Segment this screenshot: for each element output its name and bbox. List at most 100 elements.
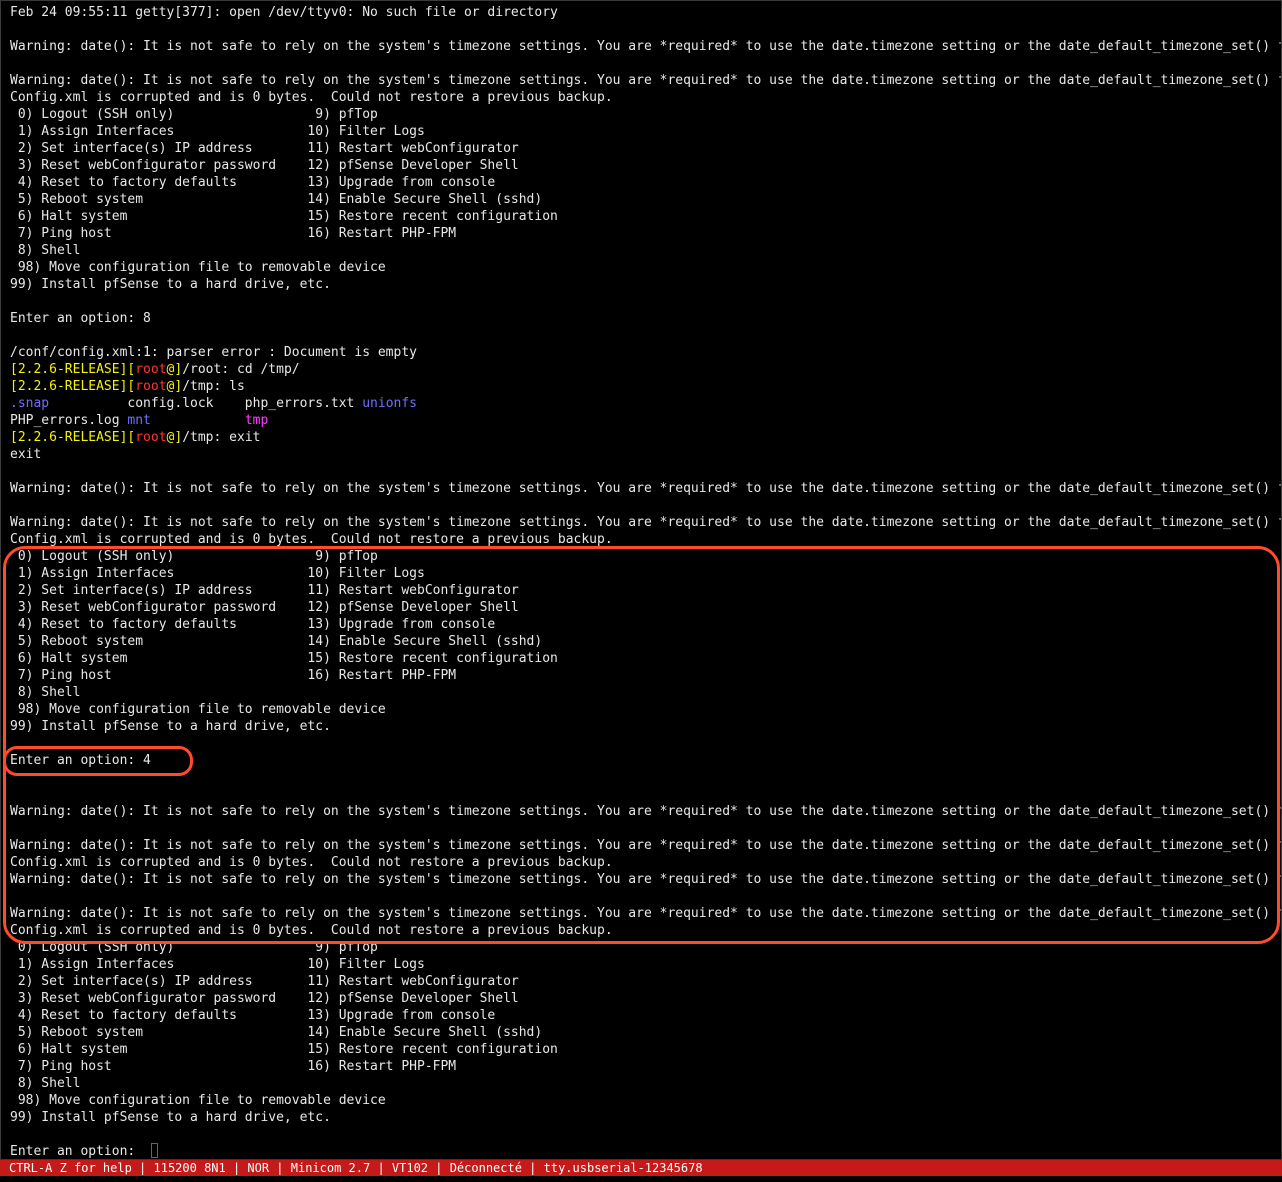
terminal-text: 2) Set interface(s) IP address 11) Resta… [10, 974, 519, 989]
terminal-segment: PHP_errors.log [10, 413, 128, 428]
terminal-text: Warning: date(): It is not safe to rely … [10, 804, 1281, 819]
terminal-line: 7) Ping host 16) Restart PHP-FPM [10, 225, 456, 242]
terminal-text: 98) Move configuration file to removable… [10, 702, 386, 717]
terminal-line: 8) Shell [10, 684, 81, 701]
terminal-text: 4) Reset to factory defaults 13) Upgrade… [10, 175, 496, 190]
terminal-segment: /root: cd /tmp/ [182, 362, 300, 377]
terminal-text: 99) Install pfSense to a hard drive, etc… [10, 1110, 331, 1125]
terminal-line: Config.xml is corrupted and is 0 bytes. … [10, 854, 613, 871]
terminal-text: Config.xml is corrupted and is 0 bytes. … [10, 855, 613, 870]
terminal-line: 1) Assign Interfaces 10) Filter Logs [10, 123, 425, 140]
terminal-text: 99) Install pfSense to a hard drive, etc… [10, 719, 331, 734]
terminal-segment: /tmp: ls [182, 379, 245, 394]
terminal-line: exit [10, 446, 41, 463]
terminal-line: /conf/config.xml:1: parser error : Docum… [10, 344, 417, 361]
terminal-line: 5) Reboot system 14) Enable Secure Shell… [10, 1024, 542, 1041]
terminal-text: 1) Assign Interfaces 10) Filter Logs [10, 124, 425, 139]
terminal-text: 98) Move configuration file to removable… [10, 260, 386, 275]
terminal-segment: [2.2.6-RELEASE] [10, 379, 128, 394]
terminal-line: 4) Reset to factory defaults 13) Upgrade… [10, 174, 495, 191]
terminal-text: 8) Shell [10, 243, 81, 258]
terminal-line: 6) Halt system 15) Restore recent config… [10, 650, 558, 667]
terminal-line: 3) Reset webConfigurator password 12) pf… [10, 157, 519, 174]
terminal-line: 3) Reset webConfigurator password 12) pf… [10, 599, 519, 616]
terminal-text: 8) Shell [10, 1076, 81, 1091]
terminal-line: Enter an option: 4 [10, 752, 151, 769]
terminal-line: Feb 24 09:55:11 getty[377]: open /dev/tt… [10, 4, 558, 21]
terminal-segment: config.lock php_errors.txt [49, 396, 363, 411]
terminal-segment: root [135, 430, 167, 445]
terminal-line: 0) Logout (SSH only) 9) pfTop [10, 106, 378, 123]
terminal-text: Config.xml is corrupted and is 0 bytes. … [10, 923, 613, 938]
terminal-line: Warning: date(): It is not safe to rely … [10, 480, 1281, 497]
terminal-line: Warning: date(): It is not safe to rely … [10, 905, 1281, 922]
terminal-text: Feb 24 09:55:11 getty[377]: open /dev/tt… [10, 5, 558, 20]
terminal-text: 2) Set interface(s) IP address 11) Resta… [10, 141, 519, 156]
terminal-line: 7) Ping host 16) Restart PHP-FPM [10, 667, 456, 684]
terminal-line: Warning: date(): It is not safe to rely … [10, 837, 1281, 854]
terminal-line: Enter an option: [10, 1143, 159, 1159]
terminal-line: 5) Reboot system 14) Enable Secure Shell… [10, 633, 542, 650]
terminal-segment: tmp [244, 413, 269, 428]
terminal-text: 4) Reset to factory defaults 13) Upgrade… [10, 617, 496, 632]
terminal-segment: unionfs [362, 396, 418, 411]
text-cursor[interactable] [151, 1143, 159, 1158]
terminal-line: 3) Reset webConfigurator password 12) pf… [10, 990, 519, 1007]
terminal-line: 98) Move configuration file to removable… [10, 259, 386, 276]
terminal-segment: /tmp: exit [182, 430, 261, 445]
terminal-text: 0) Logout (SSH only) 9) pfTop [10, 940, 378, 955]
terminal-text: 99) Install pfSense to a hard drive, etc… [10, 277, 331, 292]
terminal-text: 0) Logout (SSH only) 9) pfTop [10, 107, 378, 122]
terminal-text: 8) Shell [10, 685, 81, 700]
terminal-text: 4) Reset to factory defaults 13) Upgrade… [10, 1008, 496, 1023]
terminal-line: 7) Ping host 16) Restart PHP-FPM [10, 1058, 456, 1075]
terminal-line: 8) Shell [10, 242, 81, 259]
terminal-line: 99) Install pfSense to a hard drive, etc… [10, 718, 331, 735]
terminal-text: 5) Reboot system 14) Enable Secure Shell… [10, 634, 543, 649]
terminal-text: Warning: date(): It is not safe to rely … [10, 515, 1281, 530]
terminal-line: 4) Reset to factory defaults 13) Upgrade… [10, 1007, 495, 1024]
terminal-line: [2.2.6-RELEASE][root@]/tmp: exit [10, 429, 260, 446]
terminal-text: 98) Move configuration file to removable… [10, 1093, 386, 1108]
terminal-line: 98) Move configuration file to removable… [10, 1092, 386, 1109]
terminal-text: Enter an option: 4 [10, 753, 151, 768]
terminal-text: Config.xml is corrupted and is 0 bytes. … [10, 90, 613, 105]
terminal-segment: [2.2.6-RELEASE] [10, 362, 128, 377]
terminal-line: [2.2.6-RELEASE][root@]/tmp: ls [10, 378, 245, 395]
terminal-segment [151, 413, 245, 428]
terminal-line: 99) Install pfSense to a hard drive, etc… [10, 276, 331, 293]
terminal-line: [2.2.6-RELEASE][root@]/root: cd /tmp/ [10, 361, 300, 378]
terminal-window[interactable]: Feb 24 09:55:11 getty[377]: open /dev/tt… [0, 0, 1282, 1160]
terminal-text: 7) Ping host 16) Restart PHP-FPM [10, 226, 457, 241]
terminal-line: Config.xml is corrupted and is 0 bytes. … [10, 531, 613, 548]
terminal-text: 3) Reset webConfigurator password 12) pf… [10, 991, 519, 1006]
terminal-text: 6) Halt system 15) Restore recent config… [10, 651, 558, 666]
terminal-line: .snap config.lock php_errors.txt unionfs [10, 395, 417, 412]
terminal-text: Warning: date(): It is not safe to rely … [10, 39, 1281, 54]
terminal-line: 98) Move configuration file to removable… [10, 701, 386, 718]
terminal-line: 2) Set interface(s) IP address 11) Resta… [10, 973, 519, 990]
terminal-segment: [2.2.6-RELEASE] [10, 430, 128, 445]
terminal-text: 5) Reboot system 14) Enable Secure Shell… [10, 192, 543, 207]
terminal-text: /conf/config.xml:1: parser error : Docum… [10, 345, 417, 360]
terminal-line: 1) Assign Interfaces 10) Filter Logs [10, 565, 425, 582]
terminal-segment: root [135, 379, 167, 394]
terminal-text: 3) Reset webConfigurator password 12) pf… [10, 158, 519, 173]
terminal-line: 1) Assign Interfaces 10) Filter Logs [10, 956, 425, 973]
terminal-text: Warning: date(): It is not safe to rely … [10, 481, 1281, 496]
terminal-line: Warning: date(): It is not safe to rely … [10, 38, 1281, 55]
terminal-text: 1) Assign Interfaces 10) Filter Logs [10, 957, 425, 972]
terminal-line: Enter an option: 8 [10, 310, 151, 327]
terminal-line: 6) Halt system 15) Restore recent config… [10, 1041, 558, 1058]
terminal-text: Warning: date(): It is not safe to rely … [10, 838, 1281, 853]
terminal-line: Config.xml is corrupted and is 0 bytes. … [10, 922, 613, 939]
terminal-text: 5) Reboot system 14) Enable Secure Shell… [10, 1025, 543, 1040]
terminal-text: Enter an option: 8 [10, 311, 151, 326]
terminal-text: Config.xml is corrupted and is 0 bytes. … [10, 532, 613, 547]
minicom-status-bar: CTRL-A Z for help | 115200 8N1 | NOR | M… [0, 1160, 1282, 1176]
terminal-text: Warning: date(): It is not safe to rely … [10, 906, 1281, 921]
terminal-text: 0) Logout (SSH only) 9) pfTop [10, 549, 378, 564]
terminal-line: 0) Logout (SSH only) 9) pfTop [10, 939, 378, 956]
terminal-line: 8) Shell [10, 1075, 81, 1092]
terminal-text: 1) Assign Interfaces 10) Filter Logs [10, 566, 425, 581]
